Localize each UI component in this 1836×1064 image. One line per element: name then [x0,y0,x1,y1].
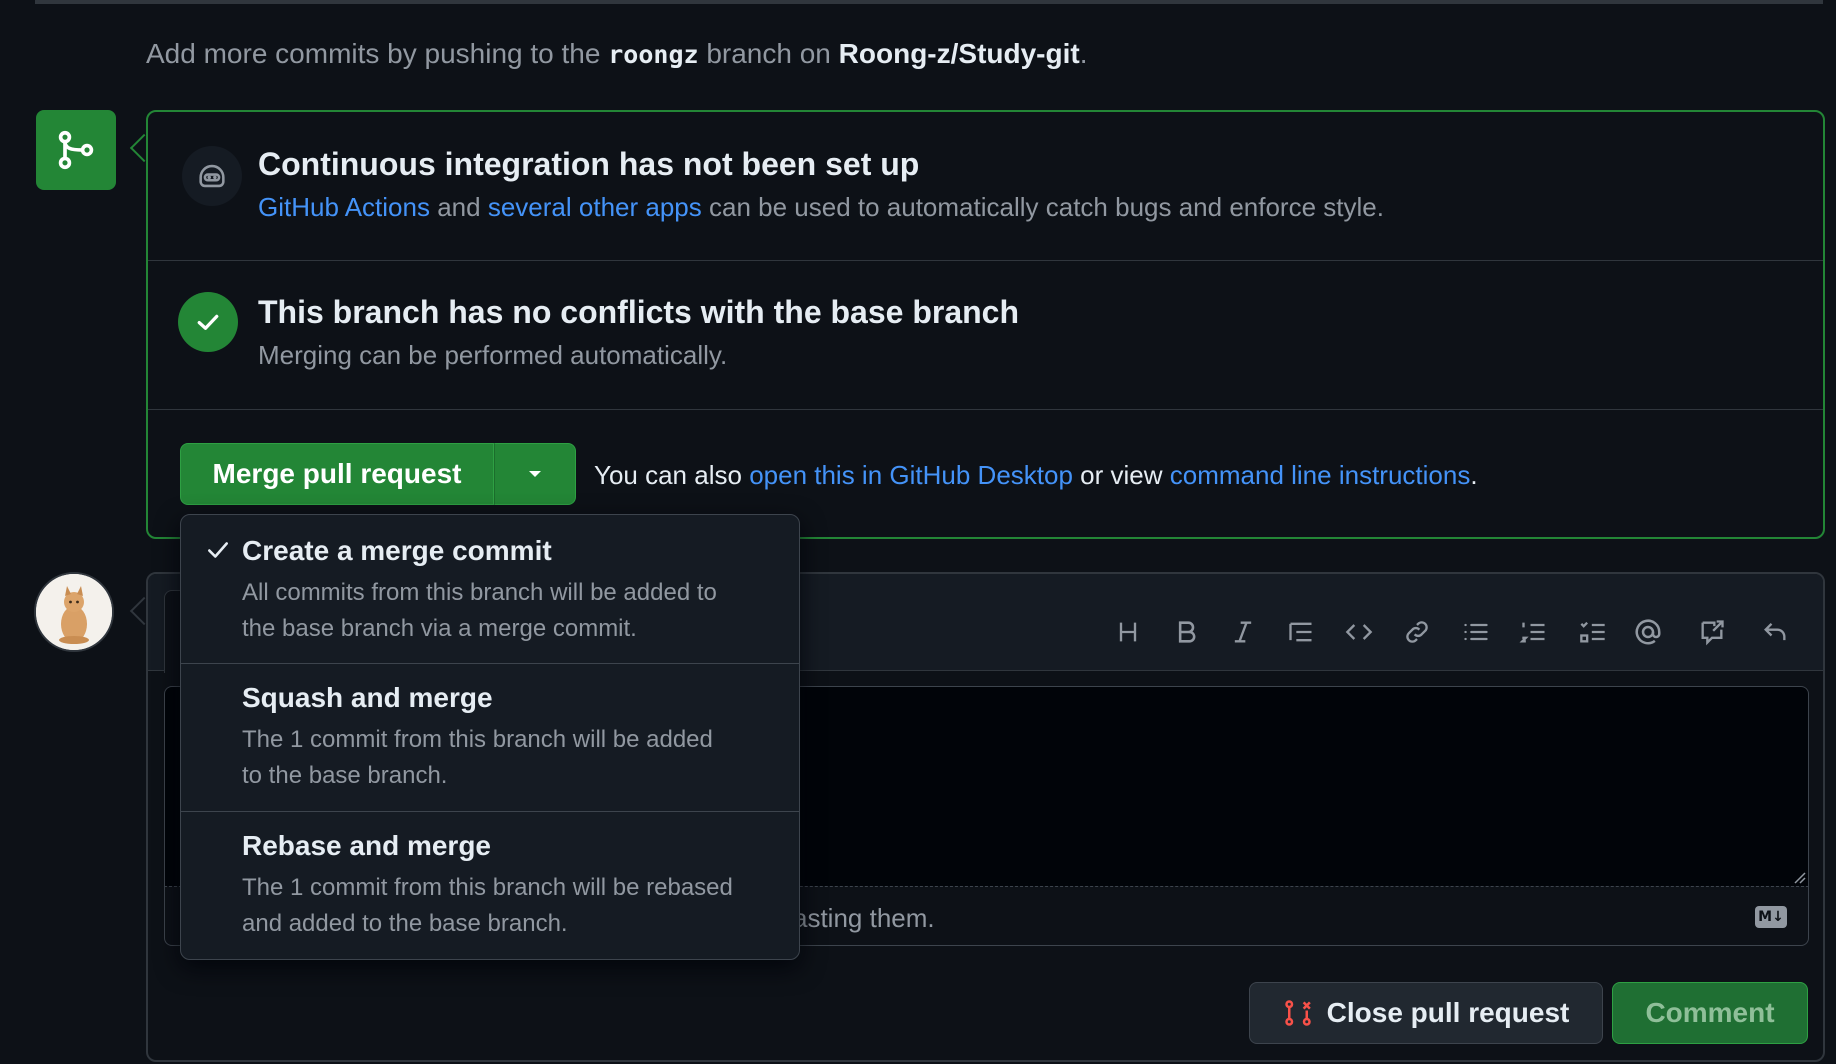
avatar[interactable] [34,572,114,652]
merge-method-dropdown-button[interactable] [494,443,576,505]
markdown-icon[interactable]: M↓ [1755,906,1787,928]
section-divider [148,260,1823,261]
close-pull-request-button[interactable]: Close pull request [1249,982,1603,1044]
triangle-down-icon [529,471,541,477]
resize-handle-icon[interactable] [1792,870,1806,884]
attach-files-hint[interactable]: asting them. [793,903,935,934]
git-pull-request-closed-icon [1284,1000,1311,1026]
no-conflicts-subtitle: Merging can be performed automatically. [258,340,728,370]
timeline-top-border [35,0,1823,4]
menu-item-title: Rebase and merge [242,830,491,861]
comment-button[interactable]: Comment [1612,982,1808,1044]
ci-title: Continuous integration has not been set … [258,146,920,182]
task-list-icon[interactable] [1575,614,1611,650]
unordered-list-icon[interactable] [1458,614,1494,650]
menu-item-rebase-and-merge[interactable]: Rebase and merge The 1 commit from this … [181,812,799,959]
merge-pull-request-button[interactable]: Merge pull request [180,443,494,505]
command-line-instructions-link[interactable]: command line instructions [1170,460,1471,490]
bold-icon[interactable] [1168,614,1204,650]
check-icon [197,314,219,330]
link-icon[interactable] [1399,614,1435,650]
ci-description: GitHub Actions and several other apps ca… [258,192,1384,222]
success-circle [178,292,238,352]
ordered-list-icon[interactable] [1516,614,1552,650]
menu-item-title: Squash and merge [242,682,493,713]
github-actions-link[interactable]: GitHub Actions [258,192,430,222]
mention-icon[interactable] [1630,614,1666,650]
quote-icon[interactable] [1283,614,1319,650]
ci-icon-circle [182,146,242,206]
branch-name: roongz [608,40,699,69]
reference-icon[interactable] [1694,614,1730,650]
menu-item-squash-and-merge[interactable]: Squash and merge The 1 commit from this … [181,664,799,811]
check-icon [208,542,228,558]
menu-item-description: All commits from this branch will be add… [242,579,717,642]
push-info-text: Add more commits by pushing to the roong… [146,38,1088,69]
repo-name[interactable]: Roong-z/Study-git [839,38,1080,69]
other-apps-link[interactable]: several other apps [488,192,702,222]
menu-item-description: The 1 commit from this branch will be re… [242,874,733,937]
cat-avatar-image [36,574,112,650]
no-conflicts-title: This branch has no conflicts with the ba… [258,294,1020,330]
git-branch-icon [58,130,94,170]
merge-alternatives-text: You can also open this in GitHub Desktop… [594,460,1478,490]
merge-method-menu: Create a merge commit All commits from t… [180,514,800,960]
robot-icon [199,164,225,188]
heading-icon[interactable] [1110,614,1146,650]
menu-item-description: The 1 commit from this branch will be ad… [242,726,713,789]
code-icon[interactable] [1341,614,1377,650]
menu-item-create-merge-commit[interactable]: Create a merge commit All commits from t… [181,515,799,663]
github-desktop-link[interactable]: open this in GitHub Desktop [749,460,1073,490]
merge-box: Continuous integration has not been set … [146,110,1825,539]
section-divider [148,409,1823,410]
undo-icon[interactable] [1757,614,1793,650]
git-merge-badge [36,110,116,190]
menu-item-title: Create a merge commit [242,535,552,566]
italic-icon[interactable] [1225,614,1261,650]
